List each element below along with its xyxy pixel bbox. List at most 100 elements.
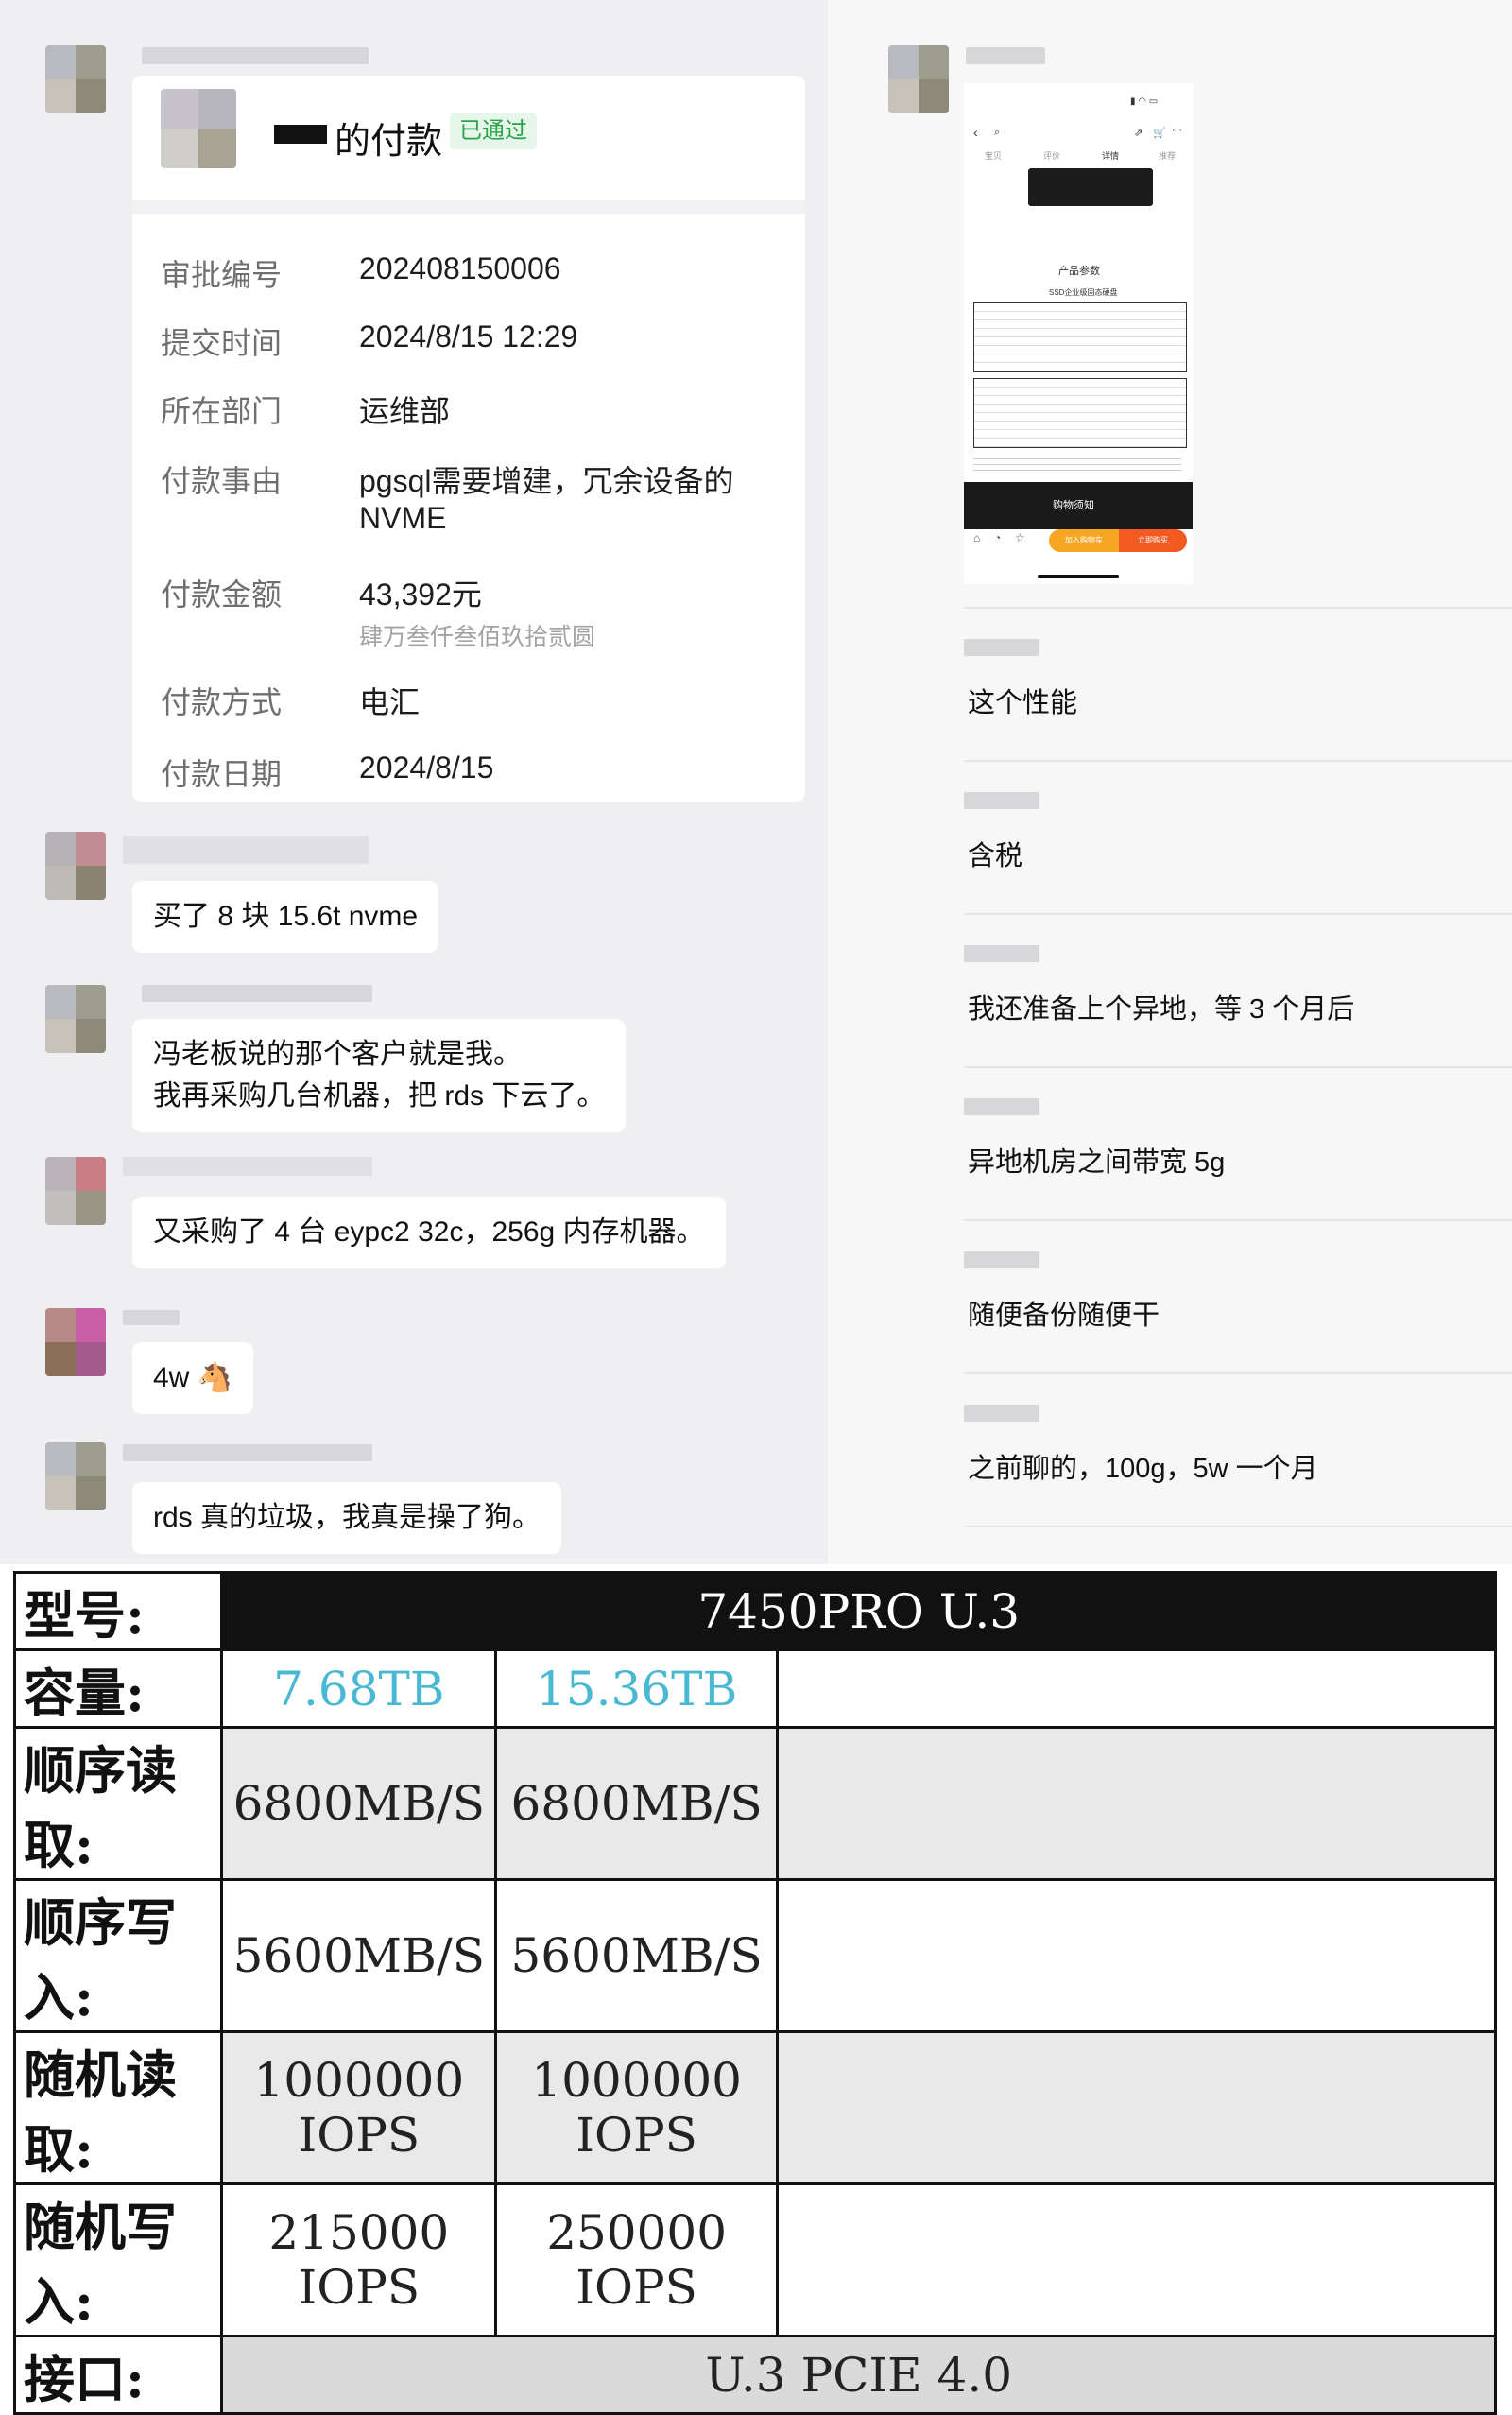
spec-value: 1000000 IOPS bbox=[220, 2030, 498, 2185]
status-badge: 已通过 bbox=[450, 113, 537, 149]
message-text: 又采购了 4 台 eypc2 32c，256g 内存机器。 bbox=[153, 1216, 705, 1248]
product-image bbox=[1028, 168, 1153, 206]
message-text: 异地机房之间带宽 5g bbox=[968, 1147, 1226, 1178]
divider bbox=[964, 760, 1512, 762]
chat-bubble[interactable]: 冯老板说的那个客户就是我。 我再采购几台机器，把 rds 下云了。 bbox=[132, 1019, 627, 1132]
spec-value: 5600MB/S bbox=[494, 1878, 779, 2033]
divider bbox=[964, 913, 1512, 915]
home-indicator bbox=[1038, 575, 1119, 578]
field-label: 付款日期 bbox=[161, 757, 283, 791]
sender-name bbox=[123, 1444, 372, 1461]
mini-spec-table bbox=[973, 378, 1187, 448]
sender-name bbox=[123, 1157, 372, 1176]
approval-number: 202408150006 bbox=[359, 251, 561, 285]
spec-value: 215000 IOPS bbox=[220, 2182, 498, 2337]
avatar[interactable] bbox=[45, 985, 106, 1053]
message-text: 之前聊的，100g，5w 一个月 bbox=[968, 1454, 1318, 1484]
avatar[interactable] bbox=[45, 45, 106, 113]
row-label: 型号: bbox=[12, 1571, 224, 1651]
payment-reason: pgsql需要增建，冗余设备的 bbox=[359, 464, 734, 498]
divider bbox=[964, 1066, 1512, 1068]
divider bbox=[964, 1372, 1512, 1374]
field-label: 所在部门 bbox=[161, 394, 283, 428]
row-label: 随机写入: bbox=[12, 2182, 224, 2337]
add-to-cart-button[interactable]: 加入购物车 bbox=[1049, 529, 1119, 552]
share-icon[interactable]: ⇗ bbox=[1134, 127, 1143, 139]
more-icon[interactable]: ··· bbox=[1172, 125, 1182, 136]
avatar[interactable] bbox=[45, 1442, 106, 1510]
sender-name bbox=[964, 1098, 1040, 1115]
star-icon[interactable]: ☆ bbox=[1015, 531, 1025, 544]
search-icon[interactable]: ⌕ bbox=[994, 127, 1000, 139]
message-text: 4w 🐴 bbox=[153, 1362, 233, 1393]
payment-method: 电汇 bbox=[359, 685, 421, 719]
empty-cell bbox=[775, 1648, 1498, 1729]
sender-name bbox=[964, 1251, 1040, 1268]
back-icon[interactable]: ‹ bbox=[973, 125, 978, 140]
empty-cell bbox=[775, 2182, 1498, 2337]
service-icon[interactable]: ◔ bbox=[994, 531, 1001, 544]
spec-value: 250000 IOPS bbox=[494, 2182, 779, 2337]
model-name: 7450PRO U.3 bbox=[220, 1571, 1497, 1651]
row-label: 顺序读取: bbox=[12, 1726, 224, 1881]
interface-value: U.3 PCIE 4.0 bbox=[220, 2335, 1497, 2415]
payment-amount: 43,392元 bbox=[359, 578, 482, 612]
divider bbox=[132, 200, 805, 214]
section-subtitle: SSD企业级固态硬盘 bbox=[1049, 288, 1118, 297]
mini-spec-table bbox=[973, 302, 1187, 372]
tab-item[interactable]: 评价 bbox=[1043, 149, 1060, 162]
field-label: 付款金额 bbox=[161, 578, 283, 612]
message-text: 这个性能 bbox=[968, 688, 1078, 718]
message-text: 我还准备上个异地，等 3 个月后 bbox=[968, 994, 1355, 1025]
avatar[interactable] bbox=[45, 832, 106, 900]
sender-name bbox=[123, 1310, 180, 1325]
field-label: 付款方式 bbox=[161, 685, 283, 719]
message-text: 随便备份随便干 bbox=[968, 1301, 1160, 1331]
tab-item[interactable]: 推荐 bbox=[1159, 149, 1176, 162]
department: 运维部 bbox=[359, 394, 451, 428]
buy-now-button[interactable]: 立即购买 bbox=[1119, 529, 1187, 552]
capacity-value: 15.36TB bbox=[494, 1648, 779, 1729]
message-text: 买了 8 块 15.6t nvme bbox=[153, 901, 419, 932]
chat-bubble[interactable]: 又采购了 4 台 eypc2 32c，256g 内存机器。 bbox=[132, 1197, 726, 1268]
cart-icon[interactable]: 🛒 bbox=[1153, 127, 1166, 139]
sender-name bbox=[142, 47, 369, 64]
chat-bubble[interactable]: 买了 8 块 15.6t nvme bbox=[132, 881, 439, 953]
sender-name bbox=[142, 985, 372, 1002]
avatar[interactable] bbox=[45, 1157, 106, 1225]
section-title: 产品参数 bbox=[1058, 266, 1100, 277]
phone-screenshot[interactable]: ▮ ◠ ▭ ‹ ⌕ ⇗ 🛒 ··· 宝贝 评价 详情 推荐 产品参数 SSD企业… bbox=[964, 83, 1193, 584]
status-bar-icons: ▮ ◠ ▭ bbox=[1130, 96, 1159, 107]
message-text: 我再采购几台机器，把 rds 下云了。 bbox=[153, 1080, 606, 1112]
applicant-avatar bbox=[161, 89, 236, 168]
approval-card[interactable]: 的付款 已通过 审批编号 202408150006 提交时间 2024/8/15… bbox=[132, 76, 805, 802]
tab-item[interactable]: 宝贝 bbox=[985, 149, 1002, 162]
sender-name bbox=[964, 945, 1040, 962]
shop-icon[interactable]: ⌂ bbox=[973, 531, 980, 544]
sender-name bbox=[964, 1405, 1040, 1422]
sender-name bbox=[123, 836, 369, 864]
tab-item[interactable]: 详情 bbox=[1102, 149, 1119, 162]
notice-text: 购物须知 bbox=[1053, 500, 1094, 511]
approval-title: 的付款 bbox=[335, 122, 443, 162]
spec-value: 6800MB/S bbox=[494, 1726, 779, 1881]
sender-name bbox=[964, 792, 1040, 809]
payment-reason-cont: NVME bbox=[359, 501, 447, 535]
avatar[interactable] bbox=[45, 1308, 106, 1376]
row-label: 顺序写入: bbox=[12, 1878, 224, 2033]
avatar[interactable] bbox=[888, 45, 949, 113]
sender-name bbox=[966, 47, 1045, 64]
empty-cell bbox=[775, 1878, 1498, 2033]
chat-bubble[interactable]: 4w 🐴 bbox=[132, 1342, 254, 1414]
divider bbox=[964, 1219, 1512, 1221]
spec-value: 6800MB/S bbox=[220, 1726, 498, 1881]
spec-value: 1000000 IOPS bbox=[494, 2030, 779, 2185]
spec-value: 5600MB/S bbox=[220, 1878, 498, 2033]
message-text: rds 真的垃圾，我真是操了狗。 bbox=[153, 1502, 541, 1533]
payment-date: 2024/8/15 bbox=[359, 750, 494, 785]
chat-bubble[interactable]: rds 真的垃圾，我真是操了狗。 bbox=[132, 1482, 562, 1554]
spec-table: 型号: 7450PRO U.3 容量: 7.68TB 15.36TB 顺序读取:… bbox=[12, 1571, 1498, 2415]
divider bbox=[964, 607, 1512, 609]
divider bbox=[964, 1526, 1512, 1527]
field-label: 提交时间 bbox=[161, 326, 283, 360]
